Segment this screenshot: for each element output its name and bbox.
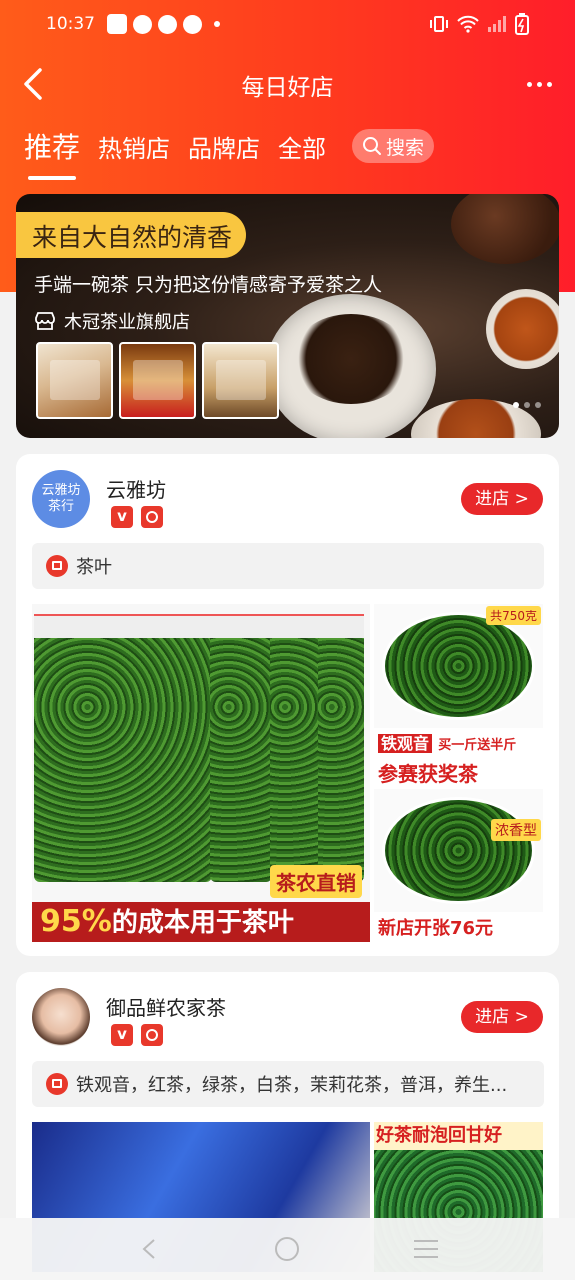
certified-badge-icon: [141, 1024, 163, 1046]
enter-store-button[interactable]: 进店 >: [461, 483, 543, 515]
product-thumbnail-image: [133, 360, 183, 400]
search-button[interactable]: 搜索: [352, 129, 435, 163]
more-dots-icon: [526, 81, 532, 87]
notification-icon: [183, 14, 202, 34]
tea-bag-image: [318, 614, 364, 882]
carousel-indicator: [513, 402, 541, 408]
banner-store-name: 木冠茶业旗舰店: [64, 312, 190, 333]
system-navigation-bar: [0, 1218, 575, 1280]
teapot-image: [451, 194, 559, 264]
product-tag: 茶农直销: [270, 865, 362, 898]
banner-thumbnails: [36, 342, 279, 419]
promo-label: 新店开张76元: [374, 912, 543, 942]
tea-bag-image: [270, 614, 320, 882]
avatar: 云雅坊茶行: [32, 470, 90, 528]
product-thumbnail-image: [50, 360, 100, 400]
banner-subtitle: 手端一碗茶 只为把这份情感寄予爱茶之人: [34, 274, 383, 296]
store-badges: [111, 1024, 163, 1046]
tea-leaves-image: [382, 796, 535, 904]
banner-store[interactable]: 木冠茶业旗舰店: [34, 308, 190, 334]
back-triangle-icon: [142, 1239, 155, 1259]
system-recents-button[interactable]: [406, 1229, 446, 1269]
tea-leaves-image: [291, 314, 411, 404]
flavor-tag: 浓香型: [491, 818, 541, 841]
signal-icon: [488, 16, 506, 32]
tab-hot-stores[interactable]: 热销店: [98, 129, 170, 164]
tea-image: 共750克: [374, 604, 543, 728]
avatar: [32, 988, 90, 1046]
weight-tag: 共750克: [486, 606, 541, 625]
product-thumbnail[interactable]: [202, 342, 279, 419]
menu-lines-icon: [413, 1240, 438, 1258]
ribbon-percent: 95%: [40, 904, 112, 939]
carousel-dot: [513, 402, 519, 408]
status-bar: 10:37: [0, 0, 575, 48]
tea-bag-image: [34, 614, 212, 882]
certified-badge-icon: [141, 506, 163, 528]
banner-tagline: 来自大自然的清香: [16, 212, 247, 258]
home-circle-icon: [275, 1237, 300, 1261]
tea-leaves-image: [382, 612, 535, 720]
tea-bag-image: [210, 614, 272, 882]
search-label: 搜索: [386, 136, 425, 159]
vibrate-icon: [430, 16, 448, 32]
product-main-image[interactable]: 茶农直销 95%的成本用于茶叶: [32, 604, 370, 942]
store-products: 茶农直销 95%的成本用于茶叶 共750克 铁观音 买一斤送半斤 参赛获奖茶 浓…: [32, 604, 543, 942]
store-card[interactable]: 云雅坊茶行 云雅坊 进店 > 茶叶 茶农直销 95%的成本用于茶叶 共750克 …: [16, 454, 559, 956]
store-icon: [35, 312, 55, 330]
tea-image: 浓香型: [374, 789, 543, 913]
side-label: 好茶耐泡回甘好: [374, 1122, 543, 1150]
tab-brand-stores[interactable]: 品牌店: [188, 129, 260, 164]
tea-cup-image: [486, 289, 559, 369]
verified-badge-icon: [111, 1024, 133, 1046]
tab-all[interactable]: 全部: [278, 129, 326, 164]
carousel-dot: [524, 402, 530, 408]
category-icon: [46, 1073, 68, 1095]
more-options-button[interactable]: [521, 72, 557, 96]
ribbon-text: 的成本用于茶叶: [111, 908, 294, 938]
verified-badge-icon: [111, 506, 133, 528]
battery-icon: [515, 13, 529, 35]
product-ribbon: 95%的成本用于茶叶: [32, 902, 370, 942]
product-side-image[interactable]: 共750克 铁观音 买一斤送半斤 参赛获奖茶 浓香型 新店开张76元: [374, 604, 543, 942]
category-tabs: 推荐 热销店 品牌店 全部 搜索: [24, 126, 435, 180]
store-category-bar: 茶叶: [32, 543, 544, 589]
side-label-highlight: 铁观音: [378, 733, 433, 753]
tab-recommend[interactable]: 推荐: [24, 126, 80, 180]
carousel-dot: [535, 402, 541, 408]
store-name: 云雅坊: [106, 478, 166, 502]
more-dots-icon: [536, 81, 542, 87]
notification-icon: [133, 14, 152, 34]
product-thumbnail-image: [216, 360, 266, 400]
system-back-button[interactable]: [129, 1229, 169, 1269]
notification-icon: [158, 14, 177, 34]
store-category-bar: 铁观音，红茶，绿茶，白茶，茉莉花茶，普洱，养生...: [32, 1061, 544, 1107]
side-label: 铁观音 买一斤送半斤: [374, 727, 543, 756]
wifi-icon: [457, 15, 479, 33]
more-dots-icon: [546, 81, 552, 87]
page-title: 每日好店: [241, 75, 334, 101]
top-navigation-bar: 每日好店: [0, 58, 575, 110]
system-home-button[interactable]: [267, 1229, 307, 1269]
category-icon: [46, 555, 68, 577]
store-name: 御品鲜农家茶: [106, 996, 226, 1020]
award-label: 参赛获奖茶: [374, 755, 543, 789]
side-label-text: 买一斤送半斤: [438, 737, 517, 753]
store-badges: [111, 506, 163, 528]
product-thumbnail[interactable]: [119, 342, 196, 419]
more-notifications-dot: [214, 21, 220, 27]
store-category: 茶叶: [76, 557, 112, 578]
mail-icon: [107, 14, 127, 34]
featured-banner[interactable]: 来自大自然的清香 手端一碗茶 只为把这份情感寄予爱茶之人 木冠茶业旗舰店: [16, 194, 559, 438]
product-thumbnail[interactable]: [36, 342, 113, 419]
enter-store-button[interactable]: 进店 >: [461, 1001, 543, 1033]
search-icon: [363, 137, 382, 155]
status-time: 10:37: [46, 14, 95, 34]
store-category: 铁观音，红茶，绿茶，白茶，茉莉花茶，普洱，养生...: [76, 1075, 508, 1096]
